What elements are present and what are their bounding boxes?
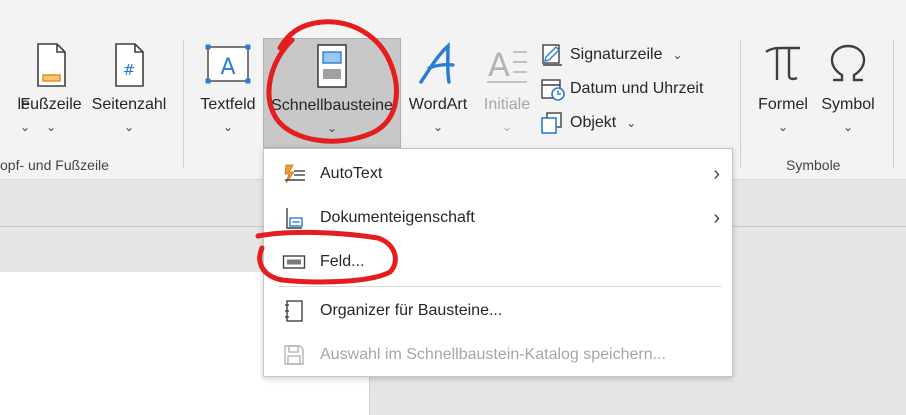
formel-label: Formel [758,96,808,113]
omega-symbol-icon [830,44,866,82]
save-selection-icon [284,345,304,365]
document-property-icon [286,208,303,229]
chevron-down-icon: ⌄ [45,120,57,134]
drop-cap-icon: A [487,46,527,84]
symbol-label: Symbol [821,96,875,113]
fusszeile-label: Fußzeile [20,96,82,113]
date-time-icon [541,79,565,101]
chevron-down-icon: ⌄ [326,121,338,135]
svg-text:A: A [488,46,510,84]
svg-text:A: A [220,55,235,80]
chevron-down-icon: ⌄ [626,116,637,130]
group-separator [893,40,894,168]
group-separator [740,40,741,168]
textfeld-button[interactable]: A Textfeld ⌄ [194,38,262,148]
fusszeile-button[interactable]: Fußzeile ⌄ [16,38,86,148]
symbol-button[interactable]: Symbol ⌄ [816,38,880,148]
chevron-down-icon: ⌄ [672,48,683,62]
wordart-button[interactable]: WordArt ⌄ [402,38,474,148]
chevron-down-icon: ⌄ [777,120,789,134]
textfeld-label: Textfeld [200,96,256,113]
menu-item-label: Feld... [320,253,365,270]
menu-item-label: Auswahl im Schnellbaustein-Katalog speic… [320,346,666,363]
field-icon [282,255,306,269]
schnellbausteine-label: Schnellbausteine [271,97,393,114]
chevron-right-icon: › [713,206,720,229]
menu-item-organizer[interactable]: Organizer für Bausteine... [264,289,732,333]
page-number-icon: # [115,43,144,87]
chevron-right-icon: › [713,162,720,185]
quick-parts-menu: AutoText › Dokumenteigenschaft › Feld...… [263,148,733,377]
svg-text:#: # [123,61,136,79]
objekt-label: Objekt [570,114,617,131]
chevron-down-icon: ⌄ [842,120,854,134]
signature-line-icon [542,44,562,66]
seitenzahl-button[interactable]: # Seitenzahl ⌄ [88,38,170,148]
menu-item-label: Organizer für Bausteine... [320,302,503,319]
menu-item-label: Dokumenteigenschaft [320,209,475,226]
text-box-icon: A [205,44,251,84]
menu-item-feld[interactable]: Feld... [264,240,732,284]
menu-item-dokumenteigenschaft[interactable]: Dokumenteigenschaft › [264,196,732,240]
objekt-button[interactable]: Objekt ⌄ [540,109,636,137]
footer-icon [37,43,66,87]
chevron-down-icon: ⌄ [432,120,444,134]
autotext-icon [284,164,305,184]
seitenzahl-label: Seitenzahl [91,96,167,113]
menu-item-auswahl-speichern[interactable]: Auswahl im Schnellbaustein-Katalog speic… [264,333,732,377]
initiale-button[interactable]: A Initiale ⌄ [476,38,538,148]
chevron-down-icon: ⌄ [123,120,135,134]
schnellbausteine-button[interactable]: Schnellbausteine ⌄ [263,38,401,148]
datum-uhrzeit-button[interactable]: Datum und Uhrzeit [540,75,703,103]
object-icon [541,112,562,134]
group-label-symbols: Symbole [786,157,841,173]
pi-formula-icon [765,46,800,81]
chevron-down-icon: ⌄ [222,120,234,134]
group-separator [183,40,184,168]
menu-separator [278,286,722,287]
menu-item-label: AutoText [320,165,383,182]
datum-uhrzeit-label: Datum und Uhrzeit [570,80,704,97]
wordart-icon [419,42,455,84]
menu-item-autotext[interactable]: AutoText › [264,152,732,196]
initiale-label: Initiale [483,96,531,113]
signaturzeile-button[interactable]: Signaturzeile ⌄ [540,41,683,69]
group-label-header-footer: opf- und Fußzeile [0,157,109,173]
chevron-down-icon: ⌄ [501,120,513,134]
wordart-label: WordArt [408,96,468,113]
building-blocks-organizer-icon [285,300,303,322]
quick-parts-icon [317,44,347,88]
signaturzeile-label: Signaturzeile [570,46,663,63]
formel-button[interactable]: Formel ⌄ [752,38,814,148]
